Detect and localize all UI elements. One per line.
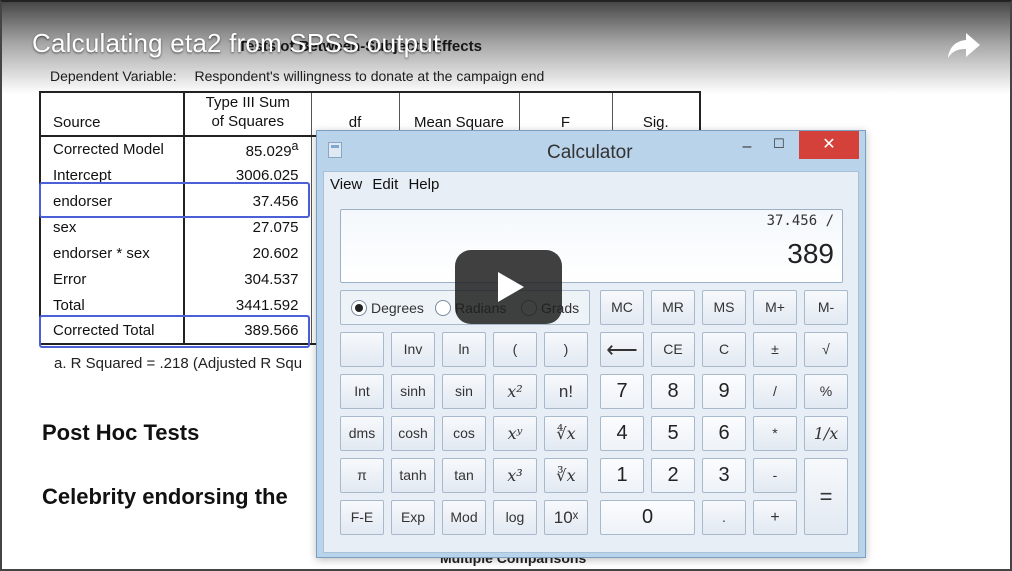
dependent-variable-line: Dependent Variable: Respondent's willing… [50, 68, 544, 84]
minimize-icon[interactable]: – [737, 137, 757, 157]
row-ss: 304.537 [184, 266, 312, 292]
dependent-variable-label: Dependent Variable: [50, 68, 177, 84]
clear-button[interactable]: C [702, 332, 746, 367]
mod-button[interactable]: Mod [442, 500, 486, 535]
cosh-button[interactable]: cosh [391, 416, 435, 451]
blank-button[interactable] [340, 332, 384, 367]
m-plus-button[interactable]: M+ [753, 290, 797, 325]
menu-help[interactable]: Help [408, 176, 439, 193]
video-title[interactable]: Calculating eta2 from SPSS output [32, 28, 440, 59]
play-icon[interactable] [455, 250, 562, 324]
decimal-button[interactable]: . [702, 500, 746, 535]
m-minus-button[interactable]: M- [804, 290, 848, 325]
radio-degrees[interactable]: Degrees [351, 299, 424, 317]
highlight-corrected-total [39, 315, 310, 348]
inv-button[interactable]: Inv [391, 332, 435, 367]
log-button[interactable]: log [493, 500, 537, 535]
digit-3-button[interactable]: 3 [702, 458, 746, 493]
video-frame[interactable]: Tests of Between-Subjects Effects Depend… [0, 0, 1012, 571]
close-paren-button[interactable]: ) [544, 332, 588, 367]
sqrt-button[interactable]: √ [804, 332, 848, 367]
footnote-marker: a [291, 139, 299, 153]
x-cubed-button[interactable]: x³ [493, 458, 537, 493]
percent-button[interactable]: % [804, 374, 848, 409]
mr-button[interactable]: MR [651, 290, 695, 325]
menu-edit[interactable]: Edit [372, 176, 398, 193]
tanh-button[interactable]: tanh [391, 458, 435, 493]
digit-9-button[interactable]: 9 [702, 374, 746, 409]
dependent-variable-value: Respondent's willingness to donate at th… [194, 68, 545, 84]
row-source: Error [39, 266, 185, 292]
digit-4-button[interactable]: 4 [600, 416, 644, 451]
sinh-button[interactable]: sinh [391, 374, 435, 409]
celebrity-heading: Celebrity endorsing the [42, 484, 288, 509]
digit-1-button[interactable]: 1 [600, 458, 644, 493]
ten-power-x-button[interactable]: 10ˣ [544, 500, 588, 535]
display-expression: 37.456 / [766, 213, 834, 229]
calculator-display: 37.456 / 389 [340, 209, 843, 283]
digit-8-button[interactable]: 8 [651, 374, 695, 409]
plus-button[interactable]: + [753, 500, 797, 535]
open-paren-button[interactable]: ( [493, 332, 537, 367]
footnote: a. R Squared = .218 (Adjusted R Squ [54, 355, 303, 372]
pi-button[interactable]: π [340, 458, 384, 493]
ms-button[interactable]: MS [702, 290, 746, 325]
reciprocal-button[interactable]: 1/x [804, 416, 848, 451]
cos-button[interactable]: cos [442, 416, 486, 451]
calculator-title: Calculator [547, 142, 633, 163]
row-ss: 20.602 [184, 240, 312, 266]
col-sum-of-squares: Type III Sum of Squares [184, 92, 312, 136]
factorial-button[interactable]: n! [544, 374, 588, 409]
x-power-y-button[interactable]: xʸ [493, 416, 537, 451]
calculator-window[interactable]: Calculator – ☐ ✕ View Edit Help 37.456 /… [316, 130, 866, 558]
tan-button[interactable]: tan [442, 458, 486, 493]
col-ss-line2: of Squares [211, 113, 285, 130]
backspace-button[interactable]: ⟵ [600, 332, 644, 367]
ce-button[interactable]: CE [651, 332, 695, 367]
divide-button[interactable]: / [753, 374, 797, 409]
share-arrow-icon[interactable] [946, 30, 982, 60]
dms-button[interactable]: dms [340, 416, 384, 451]
col-ss-line1: Type III Sum [205, 94, 290, 111]
menu-view[interactable]: View [330, 176, 362, 193]
x-squared-button[interactable]: x² [493, 374, 537, 409]
plus-minus-button[interactable]: ± [753, 332, 797, 367]
f-e-button[interactable]: F-E [340, 500, 384, 535]
cube-root-button[interactable]: ∛x [544, 458, 588, 493]
digit-2-button[interactable]: 2 [651, 458, 695, 493]
calculator-app-icon [328, 142, 342, 158]
calculator-titlebar[interactable]: Calculator – ☐ ✕ [317, 131, 865, 171]
row-ss: 85.029a [184, 136, 312, 162]
digit-7-button[interactable]: 7 [600, 374, 644, 409]
close-icon[interactable]: ✕ [799, 131, 859, 159]
equals-button[interactable]: = [804, 458, 848, 535]
exp-button[interactable]: Exp [391, 500, 435, 535]
y-root-x-button[interactable]: ∜x [544, 416, 588, 451]
mc-button[interactable]: MC [600, 290, 644, 325]
row-source: Corrected Model [39, 136, 185, 162]
post-hoc-heading: Post Hoc Tests [42, 420, 200, 445]
highlight-endorser [39, 182, 310, 218]
multiply-button[interactable]: * [753, 416, 797, 451]
digit-0-button[interactable]: 0 [600, 500, 695, 535]
col-source: Source [39, 92, 185, 136]
int-button[interactable]: Int [340, 374, 384, 409]
ln-button[interactable]: ln [442, 332, 486, 367]
digit-6-button[interactable]: 6 [702, 416, 746, 451]
maximize-icon[interactable]: ☐ [769, 136, 789, 152]
display-value: 389 [787, 238, 834, 269]
calculator-body: View Edit Help 37.456 / 389 Degrees Radi… [323, 171, 859, 553]
row-source: endorser * sex [39, 240, 185, 266]
digit-5-button[interactable]: 5 [651, 416, 695, 451]
calculator-menubar: View Edit Help [330, 176, 445, 193]
sin-button[interactable]: sin [442, 374, 486, 409]
minus-button[interactable]: - [753, 458, 797, 493]
